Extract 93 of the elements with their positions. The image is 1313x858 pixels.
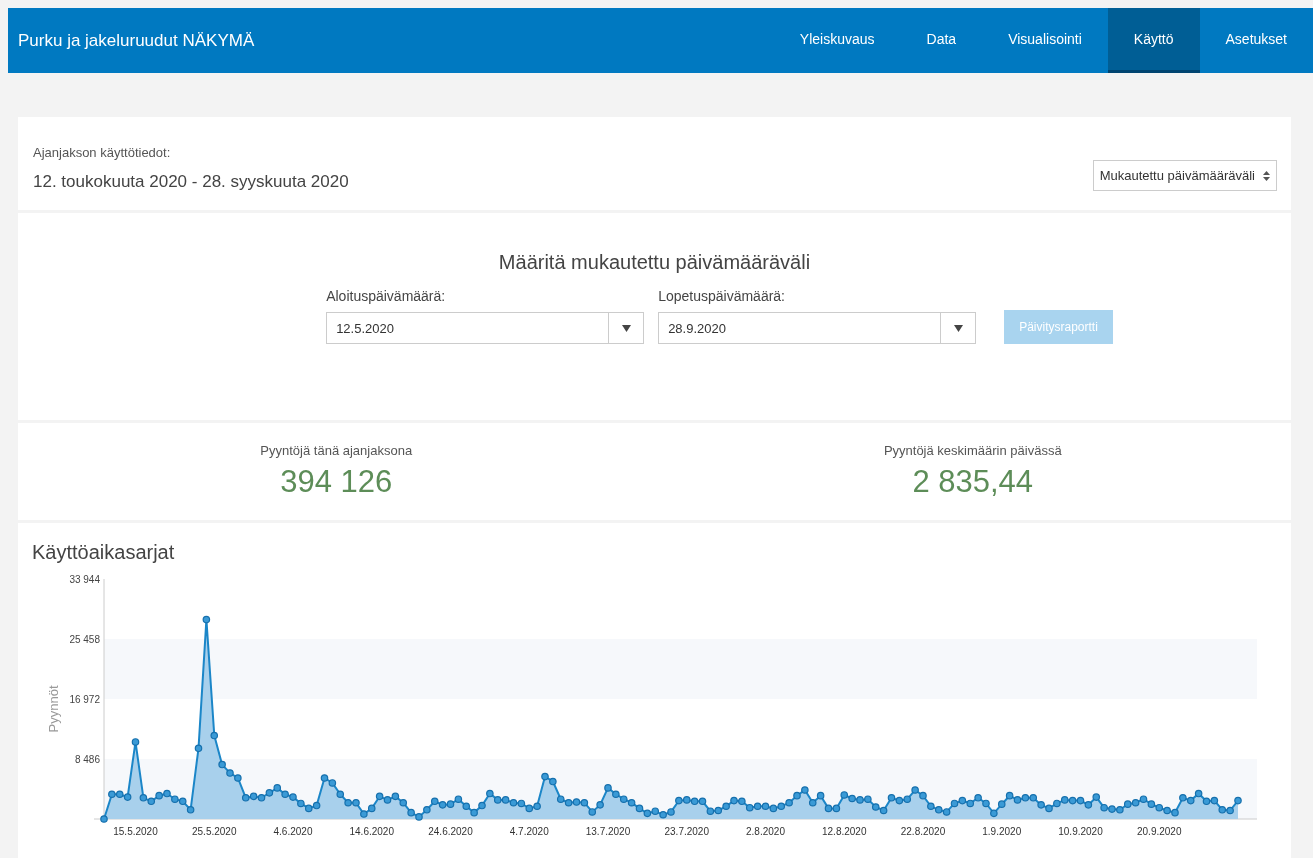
data-point	[367, 804, 376, 813]
nav-tab[interactable]: Yleiskuvaus	[773, 8, 901, 73]
data-point	[1202, 797, 1211, 806]
field-label: Aloituspäivämäärä:	[326, 288, 447, 304]
data-point	[100, 815, 108, 823]
data-point	[832, 804, 841, 813]
data-point	[147, 797, 156, 806]
axis-label: 16 972	[69, 694, 100, 705]
date-field[interactable]: 28.9.2020	[658, 312, 977, 344]
data-point	[745, 803, 754, 812]
data-point	[194, 744, 203, 753]
axis-label: 24.6.2020	[428, 826, 473, 837]
data-point	[1155, 803, 1164, 812]
axis-label: 1.9.2020	[982, 826, 1022, 837]
data-point	[777, 802, 786, 811]
axis-label: 23.7.2020	[664, 826, 709, 837]
stat-value: 2 835,44	[912, 464, 1034, 500]
data-point	[958, 796, 967, 805]
data-point	[580, 798, 589, 807]
axis-label: 8 486	[74, 754, 100, 765]
data-point	[399, 798, 408, 807]
data-point	[1005, 791, 1014, 800]
data-point	[895, 796, 904, 805]
data-point	[375, 792, 384, 801]
nav-tab[interactable]: Data	[900, 8, 983, 73]
data-point	[564, 798, 573, 807]
axis-label: 12.8.2020	[822, 826, 867, 837]
data-point	[824, 804, 833, 813]
stat-value: 394 126	[280, 464, 393, 500]
data-point	[808, 798, 817, 807]
data-point	[816, 791, 825, 800]
section-title: Määritä mukautettu päivämääräväli	[498, 251, 811, 274]
data-point	[525, 804, 534, 813]
data-point	[1186, 796, 1195, 805]
nav-tab[interactable]: Käyttö	[1107, 8, 1200, 73]
axis-label: 4.6.2020	[273, 826, 313, 837]
period-label: Ajanjakson käyttötiedot:	[33, 145, 172, 160]
axis-label: 2.8.2020	[746, 826, 785, 837]
data-point	[690, 797, 699, 806]
data-point	[178, 797, 187, 806]
data-point	[714, 806, 723, 815]
nav-tab[interactable]: Asetukset	[1199, 8, 1313, 73]
stat-label: Pyyntöjä tänä ajanjaksona	[260, 443, 413, 458]
axis-label: 22.8.2020	[900, 826, 946, 837]
data-point	[131, 738, 140, 746]
data-point	[627, 798, 636, 807]
app-title: Purku ja jakeluruudut NÄKYMÄ	[17, 30, 256, 51]
data-point	[643, 809, 652, 818]
data-point	[1131, 798, 1140, 807]
data-point	[462, 802, 471, 811]
data-point	[202, 615, 211, 624]
data-point	[950, 799, 959, 808]
data-point	[698, 797, 707, 806]
data-point	[753, 802, 762, 811]
data-point	[391, 792, 400, 801]
data-point	[879, 806, 888, 815]
data-point	[517, 799, 526, 808]
data-point	[1068, 796, 1077, 805]
axis-label: 25.5.2020	[192, 826, 237, 837]
stat-label: Pyyntöjä keskimäärin päivässä	[883, 443, 1062, 458]
range-select[interactable]: Mukautettu päivämääräväli	[1092, 160, 1277, 191]
axis-label: 4.7.2020	[509, 826, 549, 837]
caret-icon	[621, 324, 631, 332]
data-point	[1210, 796, 1219, 805]
data-point	[304, 804, 313, 813]
data-point	[966, 799, 975, 808]
data-point	[249, 792, 258, 801]
axis-label: 25 458	[69, 634, 100, 645]
data-point	[1194, 789, 1203, 798]
data-point	[115, 790, 124, 799]
updown-icon	[1263, 170, 1270, 181]
axis-label: 15.5.2020	[113, 826, 158, 837]
data-point	[761, 802, 770, 811]
data-point	[430, 797, 439, 806]
data-point	[210, 731, 219, 740]
date-field[interactable]: 12.5.2020	[326, 312, 645, 344]
field-label: Lopetuspäivämäärä:	[658, 288, 786, 304]
axis-label: 14.6.2020	[349, 826, 394, 837]
data-point	[635, 804, 644, 813]
data-point	[509, 798, 518, 807]
chart-title: Käyttöaikasarjat	[32, 541, 176, 564]
data-point	[769, 804, 778, 813]
data-point	[336, 790, 345, 799]
axis-label: 10.9.2020	[1058, 826, 1103, 837]
axis-label: 13.7.2020	[585, 826, 631, 837]
caret-icon	[953, 324, 963, 332]
period-range: 12. toukokuuta 2020 - 28. syyskuuta 2020	[33, 172, 349, 192]
nav-tab[interactable]: Visualisointi	[982, 8, 1108, 73]
axis-label: 20.9.2020	[1137, 826, 1182, 837]
axis-title: Pyynnöt	[46, 685, 61, 733]
data-point	[312, 801, 321, 810]
data-point	[1076, 796, 1085, 805]
axis-label: 33 944	[69, 574, 100, 585]
